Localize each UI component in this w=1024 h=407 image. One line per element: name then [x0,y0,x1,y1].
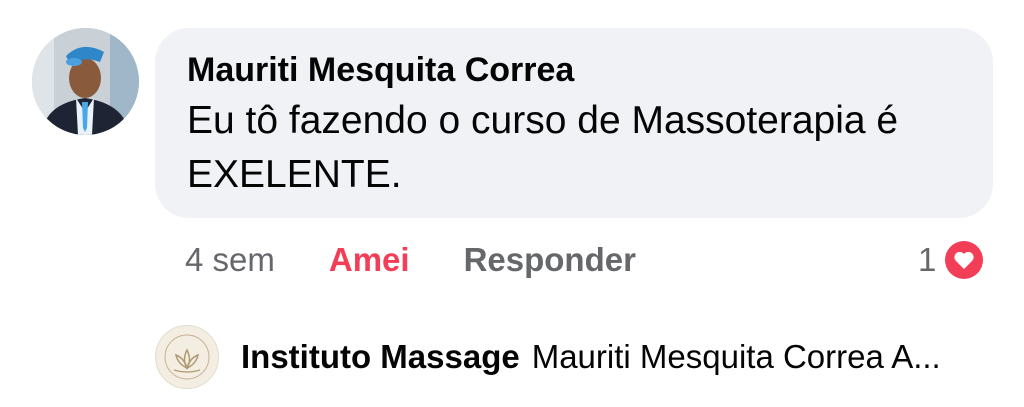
comment-actions: 4 sem Amei Responder [185,238,636,282]
comment-thread: Mauriti Mesquita Correa Eu tô fazendo o … [0,0,1024,407]
reaction-count: 1 [918,241,937,278]
reply-author[interactable]: Instituto Massage [241,338,520,376]
comment-author[interactable]: Mauriti Mesquita Correa [187,50,961,90]
reply-button[interactable]: Responder [464,241,636,279]
reply-avatar[interactable] [155,325,219,389]
comment-time[interactable]: 4 sem [185,241,275,279]
heart-icon [942,238,987,282]
avatar[interactable] [32,28,139,135]
reply-preview[interactable]: Instituto Massage Mauriti Mesquita Corre… [155,325,1015,389]
reply-preview-text: Mauriti Mesquita Correa A... [531,338,941,375]
comment-bubble: Mauriti Mesquita Correa Eu tô fazendo o … [155,28,993,218]
comment-text: Eu tô fazendo o curso de Massoterapia é … [187,99,899,196]
react-button[interactable]: Amei [329,241,410,279]
reaction-summary[interactable]: 1 [918,238,987,282]
